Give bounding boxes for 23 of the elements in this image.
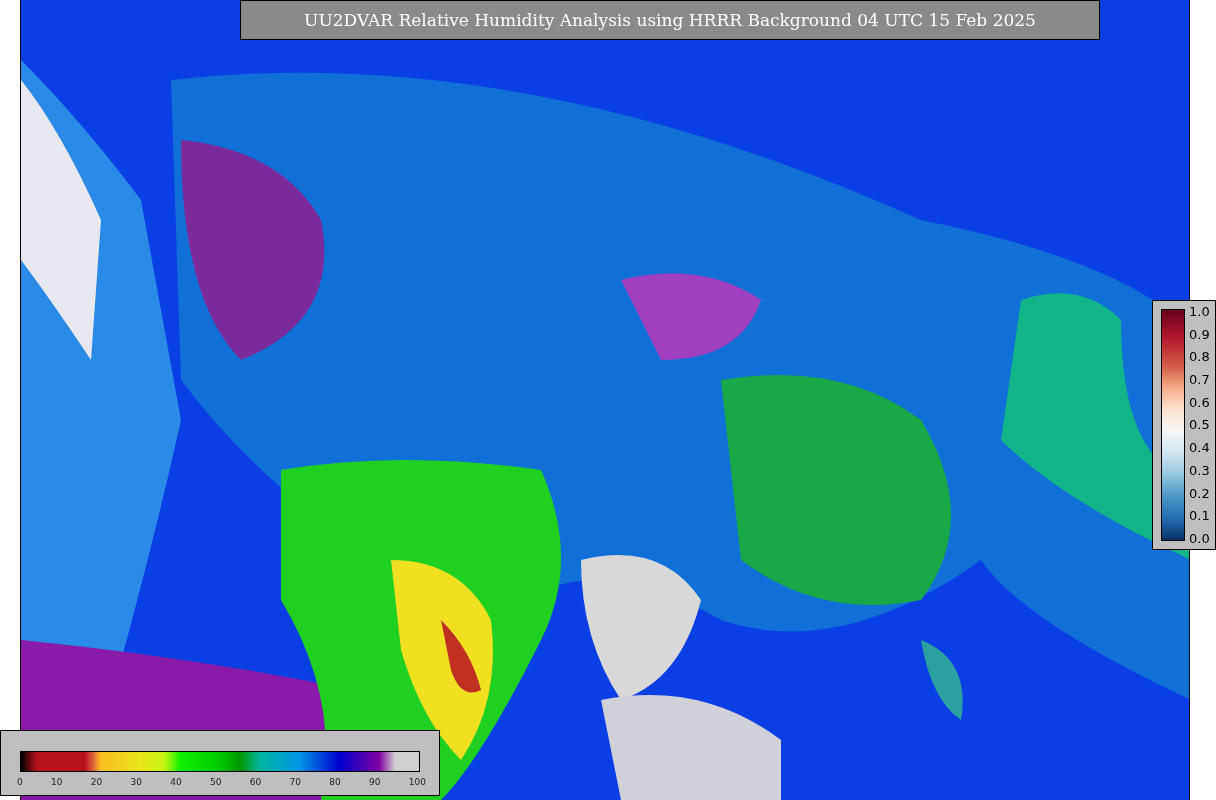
scale-label: 0 [17, 777, 23, 787]
scale-label: 30 [130, 777, 142, 787]
scale-label: 0.9 [1189, 327, 1210, 341]
scale-label: 20 [90, 777, 103, 787]
scale-label: 40 [170, 777, 182, 787]
scale-label: 0.7 [1189, 373, 1210, 387]
scale-label: 0.1 [1189, 509, 1210, 523]
scale-label: 100 [408, 777, 426, 787]
scale-label: 0.0 [1189, 531, 1210, 545]
scale-label: 0.6 [1189, 395, 1210, 409]
scale-label: 50 [210, 777, 222, 787]
scale-label: 80 [329, 777, 341, 787]
scale-label: 0.2 [1189, 486, 1210, 500]
scale-label: 1.0 [1189, 305, 1210, 318]
chart-title: UU2DVAR Relative Humidity Analysis using HRRR Background 04 UTC 15 Feb 2025 [240, 0, 1100, 40]
scale-label: 60 [249, 777, 262, 787]
scale-label: 70 [289, 777, 301, 787]
scale-label: 10 [51, 777, 63, 787]
scale-label: 0.4 [1189, 441, 1210, 455]
scale-label: 0.8 [1189, 350, 1210, 364]
scale-label: 0.5 [1189, 418, 1210, 432]
scale-label: 0.3 [1189, 463, 1210, 477]
scale-label: 90 [369, 777, 381, 787]
